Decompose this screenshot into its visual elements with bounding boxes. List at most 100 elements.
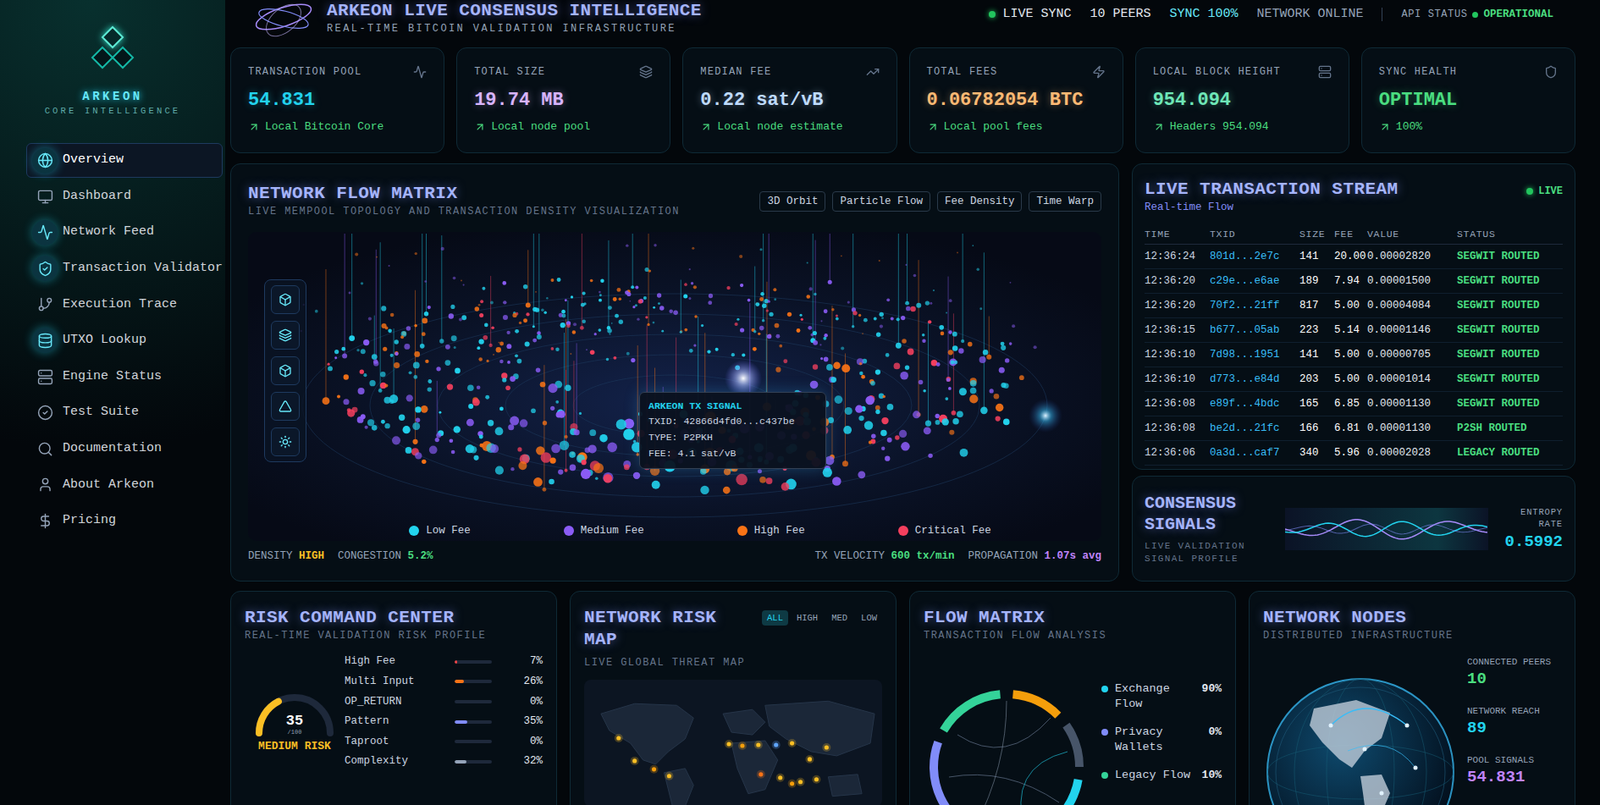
- cell-txid[interactable]: 70f2...21ff: [1209, 297, 1300, 315]
- sidebar-item[interactable]: Overview: [26, 143, 223, 178]
- threat-pin[interactable]: [630, 756, 640, 766]
- view-mode-button[interactable]: Particle Flow: [832, 191, 931, 212]
- flow-donut-chart: [923, 684, 1090, 805]
- cell-txid[interactable]: 801d...2e7c: [1209, 248, 1300, 265]
- flow-canvas[interactable]: ARKEON TX SIGNALTXID: 42866d4fd0...c437b…: [248, 231, 1102, 541]
- cell-txid[interactable]: 7d98...1951: [1209, 347, 1300, 364]
- sidebar-item[interactable]: UTXO Lookup: [26, 323, 223, 359]
- tx-particle: [394, 352, 398, 356]
- tx-particle: [691, 247, 695, 250]
- cell-txid[interactable]: 0a3d...caf7: [1209, 445, 1300, 462]
- tx-particle: [820, 357, 823, 360]
- tx-particle: [540, 452, 552, 464]
- filter-button[interactable]: MED: [826, 610, 853, 626]
- threat-pin[interactable]: [664, 772, 674, 781]
- table-row[interactable]: 12:36:107d98...19511415.000.00000705SEGW…: [1144, 342, 1563, 368]
- table-row[interactable]: 12:36:2070f2...21ff8175.000.00004084SEGW…: [1144, 293, 1563, 319]
- tx-particle: [684, 282, 688, 287]
- tx-particle: [822, 336, 827, 341]
- threat-pin[interactable]: [738, 741, 747, 751]
- threat-pin[interactable]: [776, 773, 785, 783]
- cell-txid[interactable]: e89f...4bdc: [1209, 396, 1300, 413]
- table-row[interactable]: 12:36:08e89f...4bdc1656.850.00001130SEGW…: [1144, 391, 1563, 417]
- table-row[interactable]: 12:36:20c29e...e6ae1897.940.00001500SEGW…: [1144, 269, 1563, 294]
- toolbar-button[interactable]: [270, 285, 300, 315]
- view-mode-button[interactable]: 3D Orbit: [759, 191, 826, 212]
- factor-track: [454, 720, 492, 724]
- tx-particle: [864, 420, 873, 430]
- filter-button[interactable]: ALL: [761, 610, 789, 626]
- tx-particle: [523, 284, 529, 290]
- panel-subtitle: LIVE GLOBAL THREAT MAP: [584, 656, 883, 670]
- view-modes: 3D Orbit Particle Flow Fee DensityTime War…: [759, 191, 1102, 212]
- filter-button[interactable]: LOW: [855, 610, 883, 626]
- threat-pin[interactable]: [822, 743, 831, 752]
- threat-pin[interactable]: [796, 777, 806, 787]
- threat-pin[interactable]: [650, 765, 659, 774]
- threat-pin[interactable]: [772, 740, 781, 750]
- tx-particle: [424, 359, 429, 364]
- sidebar-item[interactable]: Transaction Validator: [26, 251, 223, 287]
- sidebar-item[interactable]: Execution Trace: [26, 286, 223, 322]
- network-flow-panel: NETWORK FLOW MATRIXLIVE MEMPOOL TOPOLOGY…: [230, 163, 1120, 582]
- tx-particle: [739, 327, 745, 332]
- nav-icon: [37, 224, 54, 241]
- threat-pin[interactable]: [805, 755, 815, 764]
- cell-txid[interactable]: be2d...21fc: [1209, 420, 1300, 437]
- tx-particle: [584, 446, 591, 453]
- table-row[interactable]: 12:36:15b677...05ab2235.140.00001146SEGW…: [1144, 318, 1563, 343]
- cell-txid[interactable]: d773...e84d: [1209, 371, 1300, 388]
- risk-factor: Pattern35%: [344, 711, 543, 733]
- tx-particle: [700, 324, 704, 327]
- table-row[interactable]: 12:36:060a3d...caf73405.960.00002028LEGA…: [1144, 441, 1563, 466]
- threat-pin[interactable]: [788, 779, 797, 789]
- threat-pin[interactable]: [614, 733, 624, 743]
- cell-value: 0.00002028: [1367, 445, 1457, 462]
- sidebar-item[interactable]: Test Suite: [26, 395, 223, 431]
- stat-icon: [866, 65, 880, 79]
- view-mode-button[interactable]: Fee Density: [937, 191, 1023, 212]
- risk-factor: OP_RETURN0%: [344, 691, 543, 712]
- threat-pin[interactable]: [754, 740, 763, 750]
- sidebar-item[interactable]: About Arkeon: [26, 467, 223, 503]
- legend-item: Medium Fee: [563, 524, 645, 538]
- table-row[interactable]: 12:36:08be2d...21fc1666.810.00001130P2SH…: [1144, 416, 1563, 442]
- tx-particle: [509, 416, 519, 426]
- threat-pin[interactable]: [756, 770, 766, 779]
- tx-particle: [783, 358, 788, 364]
- cell-txid[interactable]: b677...05ab: [1209, 322, 1300, 339]
- toolbar-button[interactable]: [270, 356, 300, 386]
- tx-particle: [747, 298, 751, 303]
- filter-button[interactable]: HIGH: [791, 610, 823, 626]
- threat-pin[interactable]: [811, 775, 821, 784]
- sidebar-item[interactable]: Documentation: [26, 431, 223, 467]
- sidebar-item[interactable]: Network Feed: [26, 215, 223, 250]
- tx-particle: [487, 419, 494, 426]
- sidebar-item[interactable]: Pricing: [26, 503, 223, 539]
- tx-particle: [427, 386, 432, 392]
- tx-particle: [875, 405, 881, 411]
- tx-particle: [341, 347, 346, 352]
- tx-particle: [555, 347, 560, 353]
- stat-label: SYNC HEALTH: [1379, 65, 1457, 79]
- view-mode-button[interactable]: Time Warp: [1028, 191, 1102, 212]
- factor-track: [454, 760, 492, 764]
- nav-icon: [37, 296, 54, 313]
- stat-card: MEDIAN FEE0.22 sat/vBLocal node estimate: [682, 47, 897, 154]
- tx-particle: [921, 333, 926, 337]
- tx-particle: [482, 335, 488, 341]
- toolbar-button[interactable]: [270, 320, 300, 350]
- threat-pin[interactable]: [724, 739, 734, 749]
- toolbar-button[interactable]: [270, 427, 300, 457]
- table-row[interactable]: 12:36:24801d...2e7c14120.000.00002820SEG…: [1144, 244, 1563, 270]
- table-row[interactable]: 12:36:10d773...e84d2035.000.00001014SEGW…: [1144, 367, 1563, 392]
- threat-pin[interactable]: [788, 739, 797, 748]
- sidebar-item[interactable]: Engine Status: [26, 359, 223, 395]
- tx-particle: [1011, 324, 1016, 328]
- tx-particle: [536, 334, 542, 340]
- cell-value: 0.00000705: [1367, 347, 1457, 364]
- cell-txid[interactable]: c29e...e6ae: [1209, 273, 1300, 290]
- toolbar-button[interactable]: [270, 391, 300, 421]
- threat-map[interactable]: [584, 679, 883, 805]
- sidebar-item[interactable]: Dashboard: [26, 179, 223, 215]
